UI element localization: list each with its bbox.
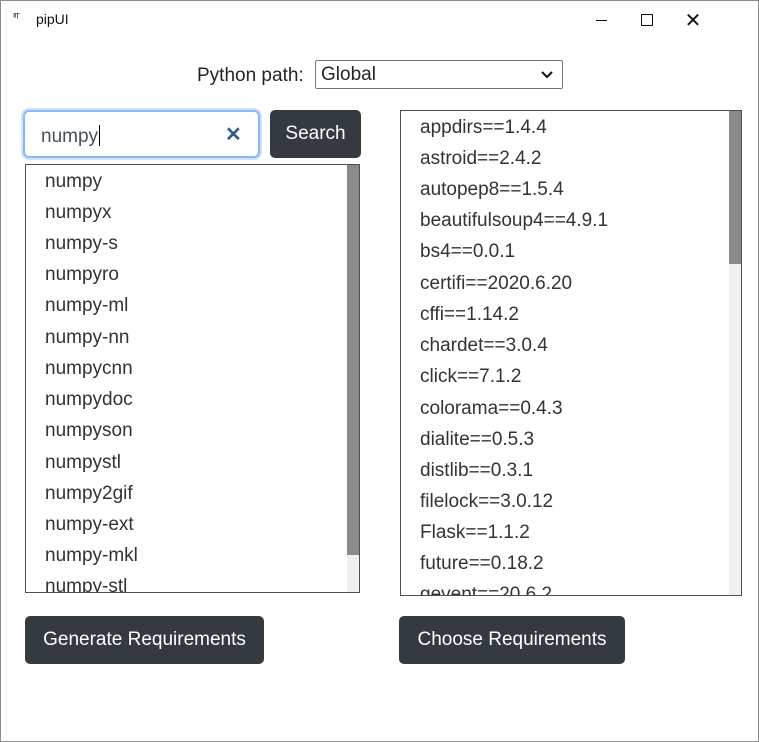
scrollbar-thumb[interactable] (347, 165, 359, 555)
list-item[interactable]: numpy-stl (45, 576, 127, 592)
python-path-select[interactable]: Global (315, 60, 563, 89)
list-item[interactable]: gevent==20.6.2 (420, 584, 552, 595)
list-item[interactable]: colorama==0.4.3 (420, 398, 563, 420)
list-item[interactable]: numpycnn (45, 358, 133, 380)
list-item[interactable]: click==7.1.2 (420, 366, 521, 388)
maximize-button[interactable] (624, 1, 670, 39)
list-item[interactable]: future==0.18.2 (420, 553, 544, 575)
list-item[interactable]: autopep8==1.5.4 (420, 179, 564, 201)
list-item[interactable]: astroid==2.4.2 (420, 148, 541, 170)
list-item[interactable]: cffi==1.14.2 (420, 304, 519, 326)
list-item[interactable]: certifi==2020.6.20 (420, 273, 572, 295)
scrollbar[interactable] (347, 165, 359, 592)
list-item[interactable]: numpyson (45, 420, 133, 442)
list-item[interactable]: Flask==1.1.2 (420, 522, 530, 544)
list-item[interactable]: numpy-mkl (45, 545, 138, 567)
app-window: ᑊᑊᵀ pipUI ✕ Python path: Global numpy ✕ … (0, 0, 759, 742)
installed-packages-list[interactable]: appdirs==1.4.4 astroid==2.4.2 autopep8==… (400, 110, 742, 596)
generate-requirements-button[interactable]: Generate Requirements (25, 616, 264, 664)
list-item[interactable]: numpy-ml (45, 295, 128, 317)
list-item[interactable]: numpy-ext (45, 514, 134, 536)
minimize-icon (595, 19, 607, 21)
list-item[interactable]: numpyro (45, 264, 119, 286)
list-item[interactable]: chardet==3.0.4 (420, 335, 548, 357)
scrollbar[interactable] (729, 111, 741, 595)
list-item[interactable]: appdirs==1.4.4 (420, 117, 547, 139)
close-button[interactable]: ✕ (670, 1, 716, 39)
search-input-value: numpy (41, 126, 99, 147)
maximize-icon (641, 14, 653, 26)
search-results-list[interactable]: numpy numpyx numpy-s numpyro numpy-ml nu… (25, 164, 360, 593)
list-item[interactable]: bs4==0.0.1 (420, 241, 515, 263)
python-path-value: Global (321, 64, 376, 85)
chevron-down-icon (541, 71, 553, 79)
list-item[interactable]: beautifulsoup4==4.9.1 (420, 210, 608, 232)
title-bar[interactable]: ᑊᑊᵀ pipUI ✕ (1, 1, 758, 39)
list-item[interactable]: numpydoc (45, 389, 133, 411)
list-item[interactable]: numpystl (45, 452, 121, 474)
clear-search-icon[interactable]: ✕ (225, 122, 242, 147)
python-path-label: Python path: (197, 65, 304, 86)
list-item[interactable]: filelock==3.0.12 (420, 491, 553, 513)
search-input[interactable]: numpy ✕ (23, 110, 260, 158)
pip-logo-icon: ᑊᑊᵀ (13, 12, 20, 24)
close-icon: ✕ (684, 9, 702, 32)
search-button[interactable]: Search (270, 110, 361, 158)
window-title: pipUI (36, 11, 69, 27)
list-item[interactable]: numpy-nn (45, 327, 130, 349)
minimize-button[interactable] (578, 1, 624, 39)
text-caret (99, 125, 101, 146)
list-item[interactable]: numpy-s (45, 233, 118, 255)
list-item[interactable]: numpy2gif (45, 483, 133, 505)
list-item[interactable]: numpyx (45, 202, 112, 224)
list-item[interactable]: distlib==0.3.1 (420, 460, 533, 482)
list-item[interactable]: dialite==0.5.3 (420, 429, 534, 451)
list-item[interactable]: numpy (45, 171, 102, 193)
scrollbar-thumb[interactable] (729, 111, 741, 264)
choose-requirements-button[interactable]: Choose Requirements (399, 616, 625, 664)
